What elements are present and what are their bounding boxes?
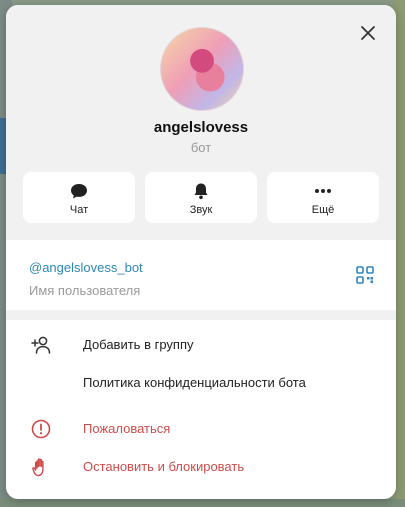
username-section: @angelslovess_bot Имя пользователя	[6, 240, 396, 310]
privacy-policy-item[interactable]: Политика конфиденциальности бота	[6, 365, 396, 401]
report-label: Пожаловаться	[83, 421, 171, 436]
section-separator	[6, 310, 396, 320]
qr-code-icon[interactable]	[356, 266, 374, 284]
username-link[interactable]: @angelslovess_bot	[29, 260, 143, 275]
add-user-icon	[31, 336, 51, 354]
chat-bubble-icon	[71, 184, 87, 199]
more-dots-icon	[315, 189, 331, 193]
privacy-policy-label: Политика конфиденциальности бота	[83, 375, 306, 390]
profile-subtitle: бот	[190, 140, 212, 155]
add-to-group-item[interactable]: Добавить в группу	[6, 327, 396, 363]
more-label: Ещё	[311, 204, 335, 216]
bell-icon	[194, 183, 208, 200]
close-button[interactable]	[358, 23, 378, 43]
stop-and-block-label: Остановить и блокировать	[83, 459, 245, 474]
sound-button[interactable]: Звук	[145, 172, 257, 223]
background-bottom	[0, 499, 405, 507]
chat-button[interactable]: Чат	[23, 172, 135, 223]
more-button[interactable]: Ещё	[267, 172, 379, 223]
profile-dialog: angelslovess бот Чат Звук Ещё @angelslov	[6, 5, 396, 499]
close-icon	[361, 26, 375, 40]
stop-and-block-item[interactable]: Остановить и блокировать	[6, 449, 396, 485]
avatar[interactable]	[160, 27, 244, 111]
report-item[interactable]: Пожаловаться	[6, 411, 396, 447]
sound-label: Звук	[189, 204, 213, 216]
add-to-group-label: Добавить в группу	[83, 337, 194, 352]
username-caption: Имя пользователя	[29, 283, 141, 298]
profile-header: angelslovess бот Чат Звук Ещё	[6, 5, 396, 240]
alert-circle-icon	[31, 419, 51, 439]
chat-label: Чат	[69, 204, 89, 216]
hand-stop-icon	[32, 458, 44, 477]
profile-name: angelslovess	[153, 119, 249, 136]
